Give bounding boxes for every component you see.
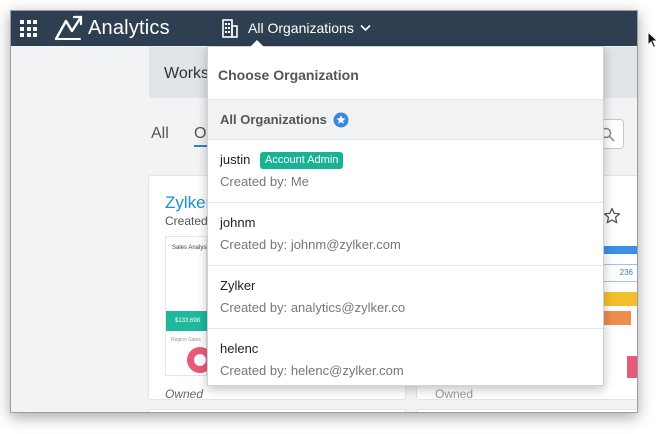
org-switcher-label: All Organizations xyxy=(248,20,354,36)
dropdown-header: Choose Organization xyxy=(208,47,603,99)
top-navigation-bar: Analytics All Organizations xyxy=(11,11,637,46)
analytics-logo-icon[interactable] xyxy=(54,15,83,41)
org-option-all[interactable]: All Organizations xyxy=(208,99,603,140)
mouse-pointer-icon xyxy=(647,31,658,49)
favorite-star-icon[interactable] xyxy=(603,207,621,225)
thumbnail-value: 236 xyxy=(603,264,637,282)
app-grid-icon[interactable] xyxy=(20,20,37,37)
org-option[interactable]: johnm Created by: johnm@zylker.com xyxy=(208,203,603,266)
workspace-card[interactable] xyxy=(148,409,406,412)
chevron-down-icon xyxy=(360,24,371,32)
workspace-card-created: Created xyxy=(165,214,208,228)
filter-tab-all[interactable]: All xyxy=(151,125,169,143)
dropdown-caret xyxy=(250,40,264,47)
org-created-by: Created by: Me xyxy=(220,174,309,189)
org-name: johnm xyxy=(220,215,256,230)
app-title: Analytics xyxy=(88,17,170,39)
organization-switcher[interactable]: All Organizations xyxy=(220,17,371,39)
thumbnail-bar xyxy=(603,292,637,306)
role-badge: Account Admin xyxy=(260,152,344,169)
org-option[interactable]: helenc Created by: helenc@zylker.com xyxy=(208,329,603,392)
dropdown-title: Choose Organization xyxy=(218,67,359,83)
thumbnail-bar xyxy=(603,246,637,254)
thumbnail-bar xyxy=(603,311,631,325)
ownership-label: Owned xyxy=(165,387,204,401)
workspace-card-name[interactable]: Zylker xyxy=(165,193,211,213)
org-name: helenc xyxy=(220,341,259,356)
thumbnail-bar xyxy=(627,356,637,378)
dashboard-thumbnail[interactable]: Sales Analysis Sa $133,698 Region Sales xyxy=(165,236,220,376)
filter-tab-other[interactable]: O xyxy=(194,125,206,143)
active-tab-underline xyxy=(194,145,208,147)
org-name: Zylker xyxy=(220,278,256,293)
org-option-all-label: All Organizations xyxy=(220,112,327,127)
building-icon xyxy=(222,19,238,38)
org-created-by: Created by: helenc@zylker.com xyxy=(220,363,404,378)
organization-dropdown: Choose Organization All Organizations ju… xyxy=(207,40,604,386)
org-created-by: Created by: johnm@zylker.com xyxy=(220,237,401,252)
star-badge-icon xyxy=(333,112,349,128)
app-window: Analytics All Organizations Works All O xyxy=(10,10,638,413)
workspace-title: Works xyxy=(164,65,210,82)
thumbnail-kpi: $133,698 xyxy=(166,311,208,331)
org-created-by: Created by: analytics@zylker.co xyxy=(220,300,406,315)
left-sidebar xyxy=(11,47,149,412)
org-option[interactable]: Zylker Created by: analytics@zylker.co xyxy=(208,266,603,329)
thumbnail-subtitle: Region Sales xyxy=(171,337,201,343)
org-name: justin xyxy=(220,152,251,167)
workspace-card[interactable] xyxy=(416,409,637,412)
org-option[interactable]: justin Account Admin Created by: Me xyxy=(208,140,603,203)
